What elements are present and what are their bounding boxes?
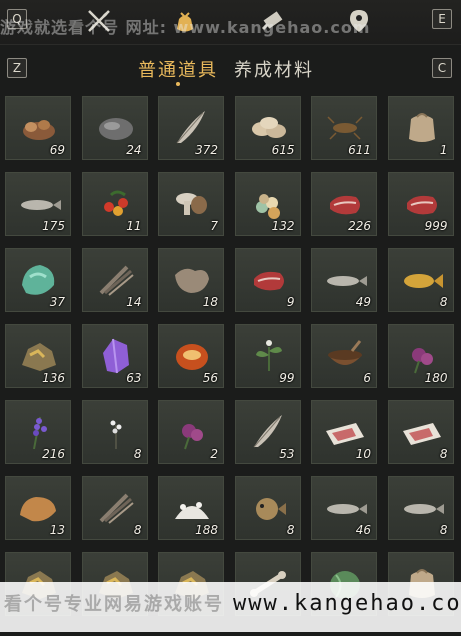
inventory-slot-gold-ore[interactable]: 136 [5,324,71,388]
item-count: 46 [355,523,371,537]
inventory-slot-lavender[interactable]: 216 [5,400,71,464]
item-count: 175 [42,219,65,233]
inventory-slot-purple-flower[interactable]: 180 [387,324,454,388]
item-count: 8 [286,523,295,537]
item-count: 216 [42,447,65,461]
inventory-slot-feather[interactable]: 372 [158,96,224,160]
watermark-top: 游戏就选看个号 网址: www.kangehao.com [0,18,371,37]
inventory-slot-sliced-meat[interactable]: 10 [311,400,377,464]
inventory-slot-grey-fish[interactable]: 46 [311,476,377,540]
item-count: 24 [126,143,142,157]
inventory-slot-amethyst[interactable]: 63 [81,324,148,388]
item-count: 49 [355,295,371,309]
item-count: 8 [439,523,448,537]
item-count: 18 [202,295,218,309]
item-count: 180 [424,371,448,385]
crossed-weapons-icon[interactable] [84,6,114,36]
item-count: 10 [355,447,371,461]
item-count: 999 [424,219,448,233]
inventory-slot-coral[interactable]: 188 [158,476,224,540]
item-count: 13 [49,523,65,537]
inventory-slot-silver-fish[interactable]: 8 [387,476,454,540]
item-count: 611 [348,143,371,157]
item-count: 7 [210,219,218,233]
item-count: 14 [126,295,142,309]
inventory-slot-spice-bowl[interactable]: 6 [311,324,377,388]
watermark-bottom-url: www.kangehao.co [233,591,461,616]
inventory-slot-bird-eggs[interactable]: 132 [234,172,301,236]
watermark-bottom-cn: 看个号专业网易游戏账号 [4,594,224,615]
item-count: 1 [439,143,448,157]
item-count: 226 [348,219,371,233]
inventory-slot-jade[interactable]: 37 [5,248,71,312]
inventory-slot-orange-flower[interactable]: 2 [158,400,224,464]
item-count: 8 [133,447,142,461]
inventory-slot-pufferfish[interactable]: 8 [234,476,301,540]
inventory-slot-stone[interactable]: 24 [81,96,148,160]
item-count: 99 [279,371,295,385]
item-count: 11 [126,219,142,233]
inventory-slot-herb[interactable]: 99 [234,324,301,388]
inventory-slot-insect[interactable]: 611 [311,96,377,160]
item-count: 63 [126,371,142,385]
inventory-slot-hide[interactable]: 18 [158,248,224,312]
location-tab-icon[interactable] [344,6,374,36]
inventory-slot-sliced-fish[interactable]: 8 [387,400,454,464]
inventory-slot-white-feather[interactable]: 53 [234,400,301,464]
inventory-slot-wood[interactable]: 69 [5,96,71,160]
item-count: 37 [49,295,65,309]
item-count: 69 [49,143,65,157]
inventory-slot-silver-quills[interactable]: 8 [81,476,148,540]
item-count: 132 [271,219,295,233]
item-count: 615 [271,143,295,157]
item-count: 8 [439,447,448,461]
top-toolbar: Q E 游戏就选看个号 网址: www.kangehao.com [0,0,461,45]
inventory-slot-fungus[interactable]: 13 [5,476,71,540]
active-tab-indicator [176,82,180,86]
inventory-slot-fresh-fish[interactable]: 49 [311,248,377,312]
item-count: 53 [279,447,295,461]
inventory-slot-steak[interactable]: 9 [234,248,301,312]
key-e-button[interactable]: E [432,9,452,29]
item-count: 56 [202,371,218,385]
inventory-slot-agate[interactable]: 56 [158,324,224,388]
inventory-slot-dried-fish[interactable]: 175 [5,172,71,236]
tab-common-items[interactable]: 普通道具 [138,56,218,82]
item-count: 6 [363,371,371,385]
inventory-slot-mushrooms[interactable]: 7 [158,172,224,236]
inventory-slot-white-flower[interactable]: 8 [81,400,148,464]
inventory-slot-raw-meat[interactable]: 999 [387,172,454,236]
item-count: 9 [286,295,295,309]
item-count: 188 [195,523,218,537]
item-count: 8 [133,523,142,537]
item-count: 8 [439,295,448,309]
item-count: 136 [42,371,65,385]
inventory-slot-golden-carp[interactable]: 8 [387,248,454,312]
pouch-tab-icon[interactable] [170,6,200,36]
scroll-tab-icon[interactable] [258,6,288,36]
inventory-slot-berries[interactable]: 11 [81,172,148,236]
inventory-slot-quills[interactable]: 14 [81,248,148,312]
key-c-button[interactable]: C [432,58,452,78]
inventory-slot-meat[interactable]: 226 [311,172,377,236]
item-count: 372 [195,143,218,157]
inventory-slot-flour-sack[interactable]: 1 [387,96,454,160]
key-q-button[interactable]: Q [7,9,27,29]
inventory-slot-shell[interactable]: 615 [234,96,301,160]
key-z-button[interactable]: Z [7,58,27,78]
item-category-tabs: Z 普通道具 养成材料 C [0,52,461,88]
inventory-grid: 69 24 372 615 611 1 175 11 7 132 226 999 37 14 18 9 49 8 1… [5,96,456,636]
tab-cultivation-materials[interactable]: 养成材料 [234,56,314,82]
item-count: 2 [210,447,218,461]
watermark-bottom: 看个号专业网易游戏账号 www.kangehao.co [4,590,461,616]
